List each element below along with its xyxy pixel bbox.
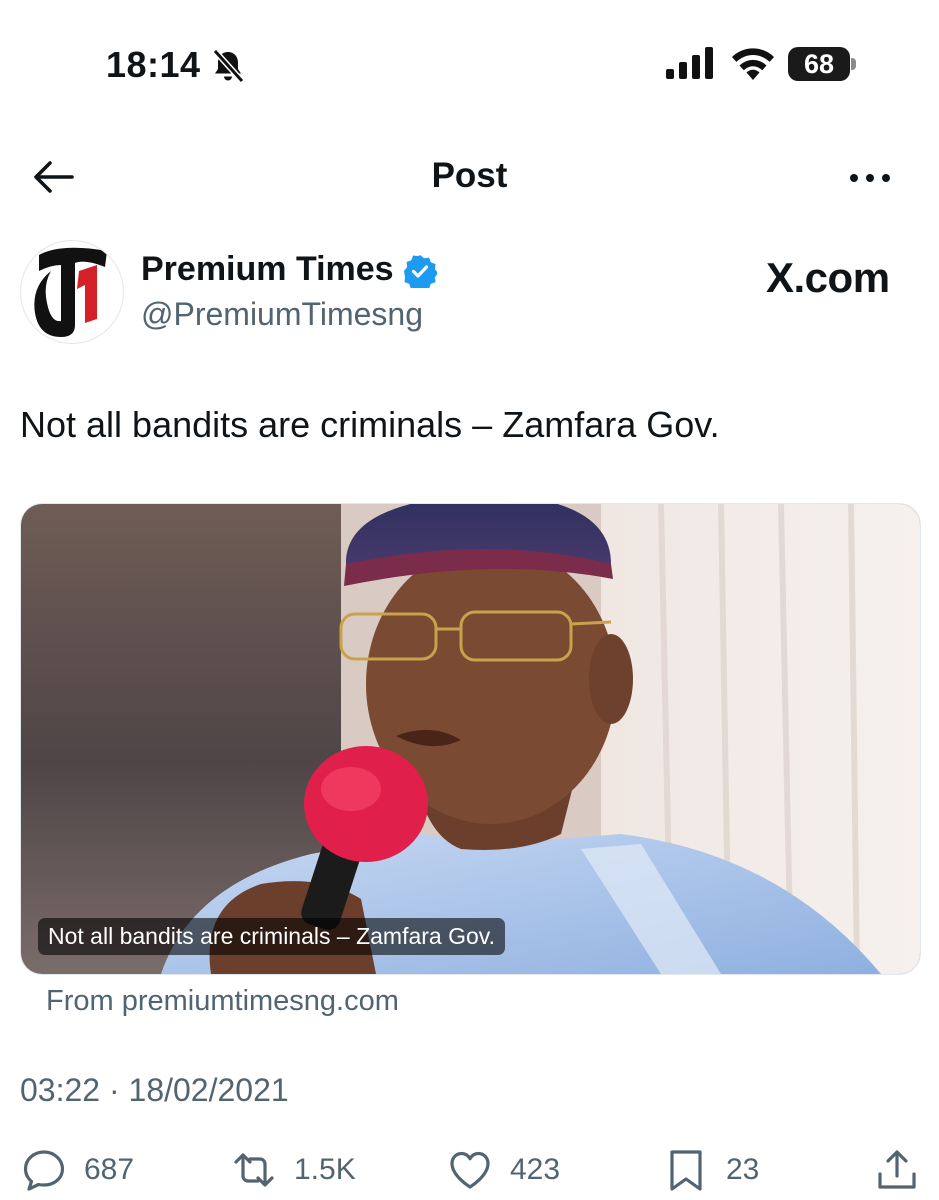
page-title: Post: [431, 156, 508, 195]
verified-badge-icon: [404, 255, 437, 288]
like-icon: [450, 1151, 490, 1189]
retweet-count: 1.5K: [294, 1153, 356, 1186]
more-icon[interactable]: [846, 160, 894, 196]
article-image: [21, 504, 920, 974]
like-button[interactable]: 423: [448, 1148, 560, 1192]
reply-count: 687: [84, 1153, 135, 1186]
link-card[interactable]: Not all bandits are criminals – Zamfara …: [20, 503, 921, 975]
xcom-watermark: X.com: [766, 254, 890, 301]
author-handle[interactable]: @PremiumTimesng: [141, 296, 423, 333]
bookmark-button[interactable]: 23: [664, 1148, 759, 1192]
battery-icon: 68: [788, 47, 858, 81]
card-source-link[interactable]: From premiumtimesng.com: [46, 985, 399, 1018]
premium-times-logo: [34, 247, 108, 337]
signal-icon: [666, 47, 713, 79]
share-icon: [878, 1150, 916, 1189]
bookmark-count: 23: [726, 1153, 760, 1186]
author-name[interactable]: Premium Times: [141, 250, 394, 289]
tweet-text: Not all bandits are criminals – Zamfara …: [20, 404, 720, 445]
reply-button[interactable]: 687: [22, 1148, 134, 1192]
card-caption: Not all bandits are criminals – Zamfara …: [38, 918, 505, 955]
wifi-icon: [732, 48, 774, 80]
retweet-button[interactable]: 1.5K: [232, 1148, 356, 1192]
status-time: 18:14: [106, 44, 201, 85]
reply-icon: [23, 1150, 65, 1191]
bell-muted-icon: [212, 48, 245, 84]
share-button[interactable]: [875, 1148, 919, 1192]
battery-level: 68: [788, 47, 850, 81]
bookmark-icon: [670, 1150, 702, 1191]
retweet-icon: [234, 1153, 274, 1187]
post-timestamp[interactable]: 03:22 · 18/02/2021: [20, 1072, 289, 1109]
like-count: 423: [510, 1153, 561, 1186]
avatar[interactable]: [20, 240, 124, 344]
